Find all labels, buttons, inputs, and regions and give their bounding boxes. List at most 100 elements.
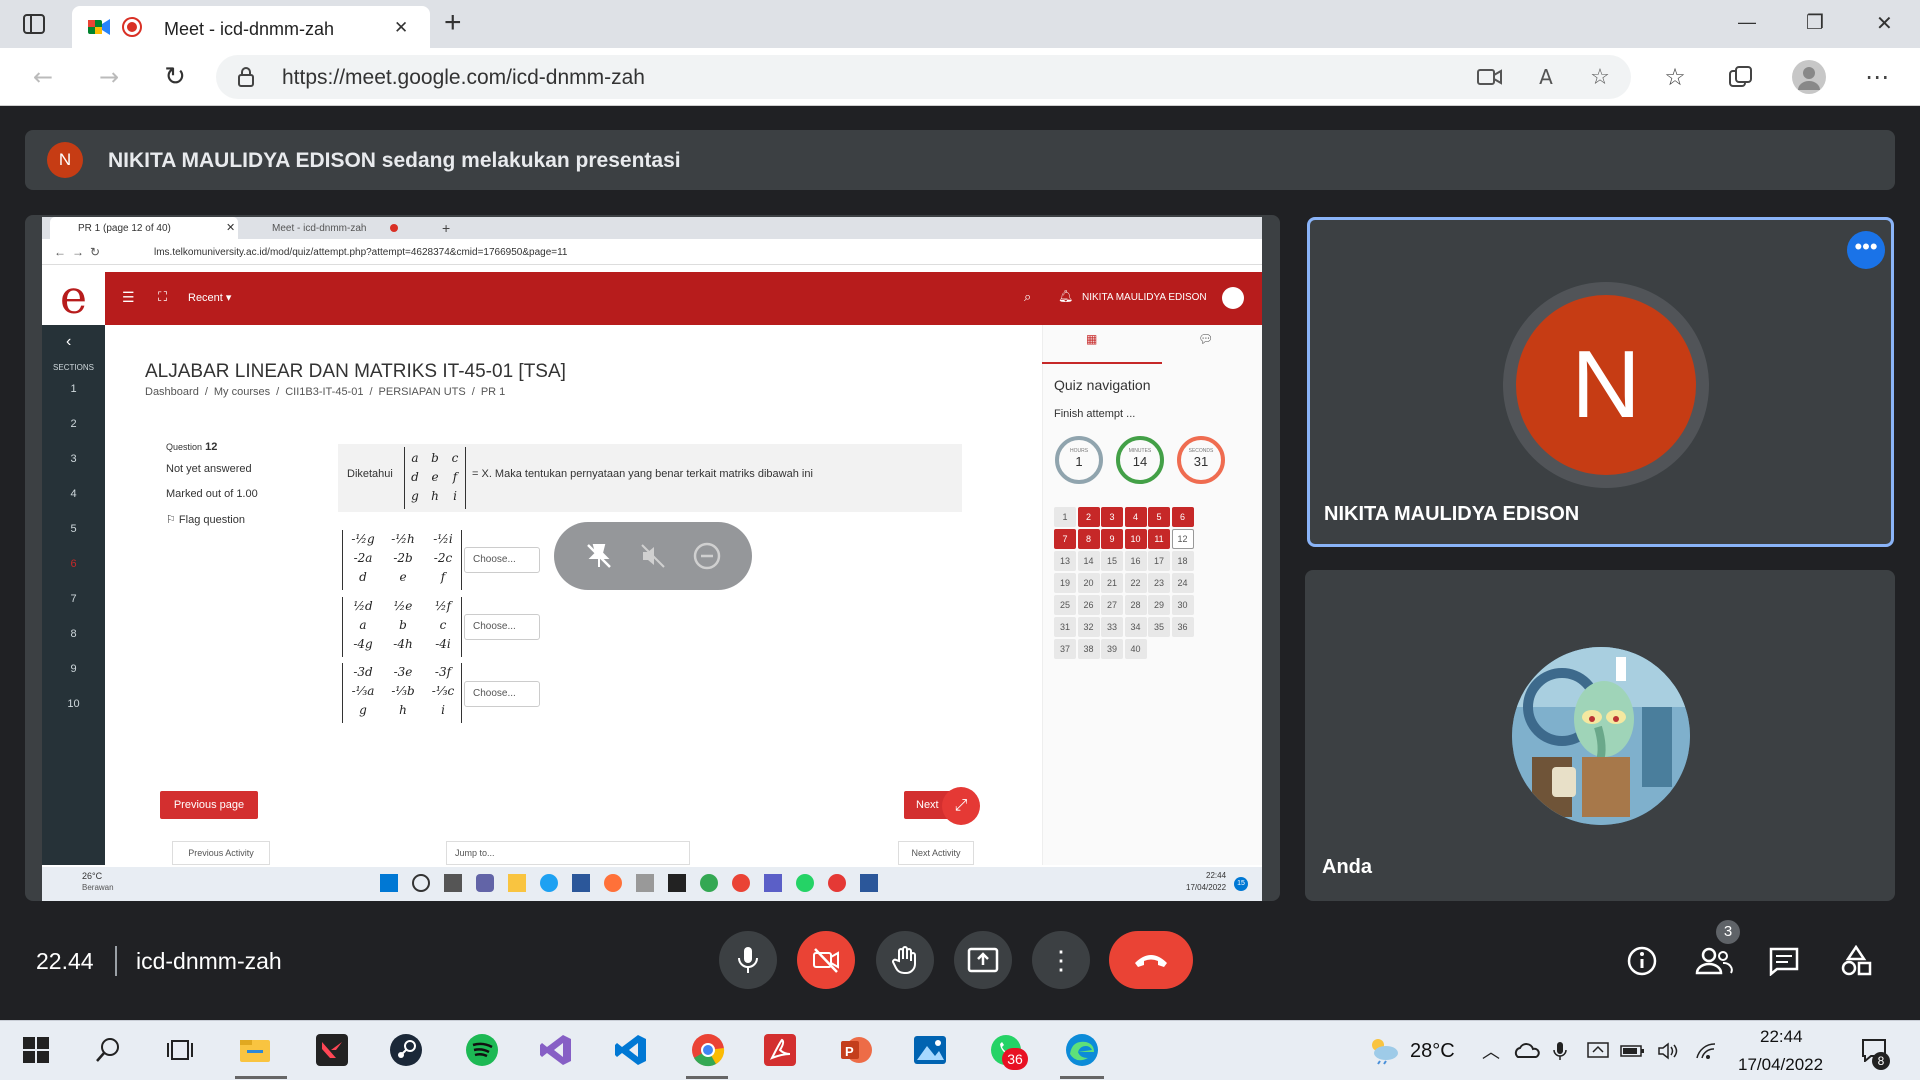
quiz-nav-button[interactable]: 1 [1054,507,1076,527]
quiz-nav-button[interactable]: 27 [1101,595,1123,615]
edge-icon[interactable] [1062,1030,1102,1070]
quiz-nav-button[interactable]: 21 [1101,573,1123,593]
profile-avatar[interactable] [1792,60,1826,94]
breadcrumb-item[interactable]: PR 1 [481,386,505,398]
breadcrumb-item[interactable]: CII1B3-IT-45-01 [285,386,363,398]
spotify-icon[interactable] [462,1030,502,1070]
recent-menu[interactable]: Recent ▾ [188,291,231,304]
answer-select[interactable]: Choose... [464,681,540,707]
quiz-nav-button[interactable]: 14 [1077,551,1100,571]
breadcrumb-item[interactable]: Dashboard [145,386,199,398]
section-link[interactable]: 1 [42,383,105,395]
inner-firefox-icon[interactable] [604,874,622,892]
inner-app-icon[interactable] [828,874,846,892]
inner-start-icon[interactable] [380,874,398,892]
inner-explorer-icon[interactable] [508,874,526,892]
inner-tab-quiz[interactable]: PR 1 (page 12 of 40) ✕ [50,217,238,239]
quiz-nav-button[interactable]: 6 [1171,507,1194,527]
powerpoint-icon[interactable]: P [836,1030,876,1070]
collapse-icon[interactable]: ‹ [66,333,71,351]
valorant-icon[interactable] [312,1030,352,1070]
tab-actions-icon[interactable] [20,12,48,36]
quiz-nav-button[interactable]: 28 [1124,595,1147,615]
quiz-nav-button[interactable]: 15 [1101,551,1123,571]
chat-icon[interactable] [1766,943,1802,979]
visual-studio-icon[interactable] [536,1030,576,1070]
moodle-user-name[interactable]: NIKITA MAULIDYA EDISON [1082,292,1207,303]
inner-chrome2-icon[interactable] [732,874,750,892]
quiz-nav-button[interactable]: 22 [1124,573,1147,593]
window-close-button[interactable]: ✕ [1876,11,1893,36]
file-explorer-icon[interactable] [235,1030,275,1070]
quiz-nav-button[interactable]: 39 [1101,639,1123,659]
remove-icon[interactable] [690,539,724,573]
inner-chrome-icon[interactable] [700,874,718,892]
new-tab-button[interactable]: + [444,6,462,40]
quiz-nav-button[interactable]: 29 [1148,595,1170,615]
inner-notification-badge[interactable]: 15 [1234,877,1248,891]
search-icon[interactable] [88,1030,128,1070]
mic-button[interactable] [719,931,777,989]
participant-options-icon[interactable]: ••• [1847,231,1885,269]
moodle-logo[interactable]: e [42,272,105,325]
quiz-nav-button[interactable]: 36 [1171,617,1194,637]
inner-nav-icons[interactable]: ←→↻ [54,245,106,259]
inner-search-icon[interactable] [412,874,430,892]
mute-icon[interactable] [636,539,670,573]
quiz-nav-button[interactable]: 9 [1101,529,1123,549]
people-icon[interactable] [1694,943,1734,979]
camera-icon[interactable] [1476,65,1504,89]
onedrive-icon[interactable] [1514,1040,1540,1062]
quiz-nav-button[interactable]: 18 [1171,551,1194,571]
quiz-nav-button[interactable]: 19 [1054,573,1076,593]
answer-select[interactable]: Choose... [464,614,540,640]
breadcrumb-item[interactable]: My courses [214,386,270,398]
next-activity-link[interactable]: Next Activity [898,841,974,865]
activities-icon[interactable] [1838,943,1874,979]
show-hidden-icons[interactable]: ︿ [1482,1038,1500,1064]
inner-edge-icon[interactable] [540,874,558,892]
quiz-nav-button[interactable]: 3 [1101,507,1123,527]
section-link[interactable]: 8 [42,628,105,640]
maximize-button[interactable]: ❐ [1806,10,1824,35]
inner-tab-meet[interactable]: Meet - icd-dnmm-zah [246,217,426,239]
quiz-nav-button[interactable]: 37 [1054,639,1076,659]
inner-store-icon[interactable] [572,874,590,892]
inner-dropbox-icon[interactable] [668,874,686,892]
section-link[interactable]: 9 [42,663,105,675]
quiz-nav-button[interactable]: 8 [1077,529,1100,549]
quiz-nav-button[interactable]: 5 [1148,507,1170,527]
forward-icon[interactable]: → [94,62,124,92]
expand-icon[interactable]: ⤢ [942,787,980,825]
participant-tile-self[interactable]: Anda [1305,570,1895,901]
weather-temp[interactable]: 28°C [1410,1040,1455,1063]
quiz-nav-button[interactable]: 33 [1101,617,1123,637]
back-icon[interactable]: ← [28,62,58,92]
quiz-nav-button[interactable]: 16 [1124,551,1147,571]
inner-new-tab[interactable]: + [442,220,450,236]
finish-attempt-link[interactable]: Finish attempt ... [1054,408,1135,420]
hamburger-icon[interactable]: ☰ [122,289,135,306]
section-link[interactable]: 5 [42,523,105,535]
steam-icon[interactable] [386,1030,426,1070]
camera-off-button[interactable] [797,931,855,989]
answer-select[interactable]: Choose... [464,547,540,573]
add-favorite-icon[interactable]: ☆ [1586,64,1614,90]
quiz-nav-button[interactable]: 31 [1054,617,1076,637]
quiz-nav-button[interactable]: 38 [1077,639,1100,659]
inner-teams-icon[interactable] [476,874,494,892]
tab-meet[interactable]: Meet - icd-dnmm-zah ✕ [72,6,430,48]
more-options-button[interactable]: ⋮ [1032,931,1090,989]
quiz-nav-button[interactable]: 24 [1171,573,1194,593]
previous-activity-link[interactable]: Previous Activity [172,841,270,865]
section-link[interactable]: 4 [42,488,105,500]
address-bar[interactable]: https://meet.google.com/icd-dnmm-zah A ☆ [216,55,1631,99]
grid-tab-icon[interactable]: ▦ [1086,332,1097,346]
quiz-nav-button[interactable]: 32 [1077,617,1100,637]
minimize-button[interactable]: — [1738,12,1756,33]
collections-icon[interactable] [1726,62,1756,92]
battery-icon[interactable] [1620,1040,1646,1062]
jump-to-select[interactable]: Jump to... [446,841,690,865]
weather-icon[interactable] [1366,1035,1400,1065]
volume-icon[interactable] [1656,1040,1682,1062]
